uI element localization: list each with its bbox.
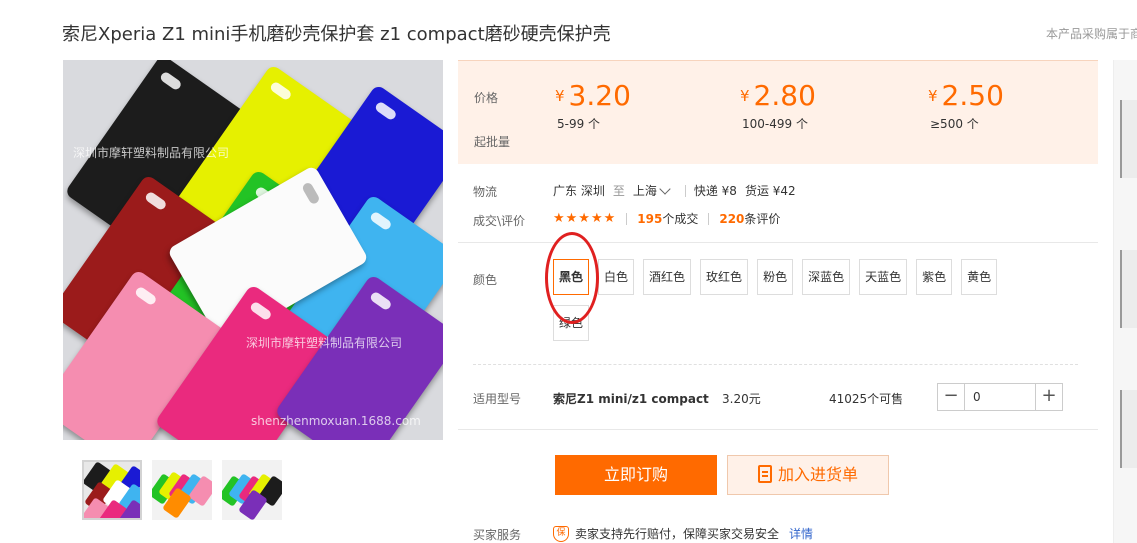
currency-symbol: ¥ — [555, 87, 565, 105]
currency-symbol: ¥ — [740, 87, 750, 105]
to-text: 至 — [612, 184, 625, 198]
service-details-link[interactable]: 详情 — [789, 525, 813, 542]
price-tier-2: ¥2.80 — [740, 79, 816, 112]
divider — [626, 212, 628, 225]
thumbnail-strip — [82, 460, 282, 520]
model-price: 3.20元 — [722, 392, 761, 406]
model-label: 适用型号 — [473, 392, 522, 406]
recommendation-sidebar — [1113, 60, 1137, 543]
origin: 广东 深圳 — [553, 184, 605, 198]
buyer-service: 保 卖家支持先行赔付，保障买家交易安全 详情 — [553, 525, 813, 542]
color-option-sky-blue[interactable]: 天蓝色 — [859, 259, 908, 295]
watermark-url: shenzhenmoxuan.1688.com — [251, 414, 421, 428]
model-stock: 41025个可售 — [829, 392, 904, 406]
review-summary: ★★★★★ 195个成交 220条评价 — [553, 210, 780, 227]
procurement-note: 本产品采购属于商 — [1046, 27, 1137, 41]
tier-range: 100-499 个 — [742, 117, 808, 131]
divider — [473, 364, 1078, 365]
color-option-wine-red[interactable]: 酒红色 — [643, 259, 692, 295]
add-to-cart-button[interactable]: 加入进货单 — [727, 455, 889, 495]
color-option-dark-blue[interactable]: 深蓝色 — [802, 259, 851, 295]
divider — [684, 184, 686, 197]
tier-range: 5-99 个 — [557, 117, 601, 131]
deals-text: 个成交 — [662, 212, 699, 226]
quantity-stepper: − 0 + — [937, 383, 1063, 411]
thumbnail-1[interactable] — [82, 460, 142, 520]
logistics-label: 物流 — [473, 185, 498, 199]
logistics-info: 广东 深圳 至 上海 快递 ¥8 货运 ¥42 — [553, 182, 796, 199]
destination-select[interactable]: 上海 — [633, 182, 677, 199]
divider — [458, 429, 1098, 430]
decrement-button[interactable]: − — [938, 384, 964, 410]
recommendation-thumbnail[interactable] — [1120, 390, 1137, 468]
model-name: 索尼Z1 mini/z1 compact — [553, 392, 709, 406]
tier-price: 3.20 — [568, 79, 631, 112]
reviews-link[interactable]: 220条评价 — [719, 210, 780, 227]
service-label: 买家服务 — [473, 528, 522, 542]
color-option-white[interactable]: 白色 — [598, 259, 635, 295]
price-tier-1: ¥3.20 — [555, 79, 631, 112]
list-icon — [757, 465, 772, 483]
tier-price: 2.80 — [753, 79, 816, 112]
freight-fee: 货运 ¥42 — [744, 184, 796, 198]
chevron-down-icon — [659, 182, 671, 195]
color-options: 黑色 白色 酒红色 玫红色 粉色 深蓝色 天蓝色 紫色 黄色 绿色 — [553, 259, 1023, 341]
price-panel: 价格 起批量 ¥3.20 5-99 个 ¥2.80 100-499 个 ¥2.5… — [458, 60, 1098, 164]
destination: 上海 — [632, 184, 657, 198]
recommendation-thumbnail[interactable] — [1120, 250, 1137, 328]
quantity-input[interactable]: 0 — [964, 384, 1036, 410]
color-option-purple[interactable]: 紫色 — [916, 259, 953, 295]
color-option-green[interactable]: 绿色 — [553, 305, 590, 341]
divider — [708, 212, 710, 225]
add-to-cart-label: 加入进货单 — [777, 465, 858, 484]
divider — [458, 242, 1098, 243]
color-option-yellow[interactable]: 黄色 — [961, 259, 998, 295]
thumbnail-2[interactable] — [152, 460, 212, 520]
price-tier-3: ¥2.50 — [928, 79, 1004, 112]
order-now-button[interactable]: 立即订购 — [555, 455, 717, 495]
thumbnail-3[interactable] — [222, 460, 282, 520]
shield-icon: 保 — [553, 525, 569, 542]
price-label: 价格 — [474, 91, 499, 105]
product-main-image[interactable]: 深圳市摩轩塑料制品有限公司 深圳市摩轩塑料制品有限公司 shenzhenmoxu… — [63, 60, 443, 440]
page-title: 索尼Xperia Z1 mini手机磨砂壳保护套 z1 compact磨砂硬壳保… — [62, 24, 611, 45]
reviews-label: 成交\评价 — [473, 214, 526, 228]
service-text: 卖家支持先行赔付，保障买家交易安全 — [575, 527, 780, 541]
review-text: 条评价 — [744, 212, 781, 226]
tier-range: ≥500 个 — [930, 117, 979, 131]
watermark: 深圳市摩轩塑料制品有限公司 — [246, 336, 403, 350]
currency-symbol: ¥ — [928, 87, 938, 105]
tier-price: 2.50 — [941, 79, 1004, 112]
color-option-black[interactable]: 黑色 — [553, 259, 590, 295]
recommendation-thumbnail[interactable] — [1120, 100, 1137, 178]
color-option-rose-red[interactable]: 玫红色 — [700, 259, 749, 295]
color-label: 颜色 — [473, 273, 498, 287]
watermark: 深圳市摩轩塑料制品有限公司 — [73, 146, 230, 160]
review-count: 220 — [719, 212, 745, 226]
min-qty-label: 起批量 — [474, 135, 511, 149]
increment-button[interactable]: + — [1036, 384, 1062, 410]
star-rating: ★★★★★ — [553, 211, 617, 226]
deals-link[interactable]: 195个成交 — [637, 210, 698, 227]
deals-count: 195 — [637, 212, 663, 226]
color-option-pink[interactable]: 粉色 — [757, 259, 794, 295]
express-fee: 快递 ¥8 — [693, 184, 737, 198]
